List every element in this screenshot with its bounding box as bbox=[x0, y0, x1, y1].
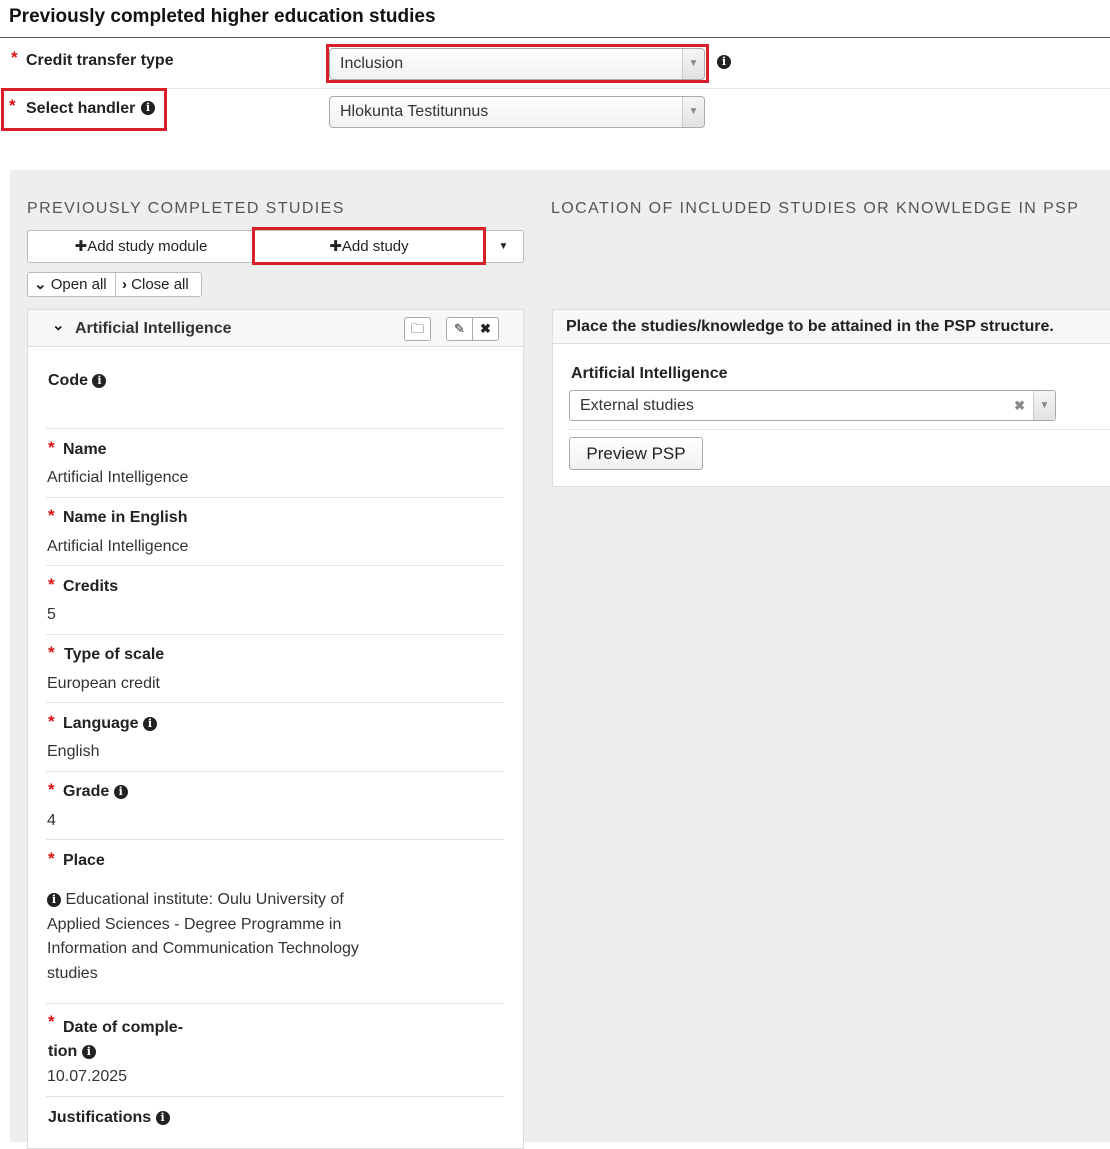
chevron-right-icon: › bbox=[122, 276, 127, 293]
field-label-credits: Credits bbox=[63, 578, 119, 595]
required-mark: * bbox=[11, 48, 18, 67]
more-options-button[interactable]: ▼ bbox=[483, 230, 524, 263]
close-all-button[interactable]: › Close all bbox=[115, 272, 202, 297]
field-divider bbox=[46, 565, 504, 566]
info-icon[interactable]: i bbox=[141, 101, 155, 115]
psp-placement-value: External studies bbox=[580, 397, 694, 414]
select-handler-select[interactable]: Hlokunta Testitunnus ▼ bbox=[329, 96, 705, 128]
folder-icon[interactable]: 🗀 bbox=[404, 317, 431, 341]
required-mark: * bbox=[48, 506, 55, 525]
field-label-grade: Grade i bbox=[63, 783, 128, 801]
study-card-header[interactable]: ⌄ Artificial Intelligence 🗀 ✎ ✖ bbox=[28, 310, 523, 347]
field-label-place: Place bbox=[63, 852, 105, 869]
psp-card-title: Place the studies/knowledge to be attain… bbox=[566, 318, 1054, 335]
field-label-code: Code i bbox=[48, 372, 107, 390]
info-icon[interactable]: i bbox=[81, 1045, 96, 1059]
psp-placement-select[interactable]: External studies ✖ ▼ bbox=[569, 390, 1056, 421]
field-divider bbox=[46, 1003, 504, 1004]
required-mark: * bbox=[48, 712, 55, 731]
title-divider bbox=[0, 37, 1110, 38]
field-value-date-of-completion: 10.07.2025 bbox=[47, 1068, 128, 1085]
plus-icon: ✚ bbox=[74, 238, 88, 255]
pencil-icon[interactable]: ✎ bbox=[446, 317, 473, 341]
field-label-name-english: Name in English bbox=[63, 509, 188, 526]
dropdown-arrow-icon[interactable]: ▼ bbox=[682, 97, 704, 127]
field-divider bbox=[46, 771, 504, 772]
field-label-name: Name bbox=[63, 441, 107, 458]
clear-icon[interactable]: ✖ bbox=[1014, 391, 1025, 420]
previous-studies-heading: PREVIOUSLY COMPLETED STUDIES bbox=[27, 200, 345, 217]
field-label-date-of-completion: Date of comple- tion i bbox=[48, 1019, 184, 1060]
select-handler-value: Hlokunta Testitunnus bbox=[340, 103, 489, 120]
field-divider bbox=[569, 429, 1110, 430]
psp-placement-card: Place the studies/knowledge to be attain… bbox=[552, 309, 1110, 487]
info-icon[interactable]: i bbox=[717, 55, 731, 69]
psp-study-name: Artificial Intelligence bbox=[571, 365, 728, 382]
field-divider bbox=[46, 634, 504, 635]
open-all-button[interactable]: ⌄ Open all bbox=[27, 272, 116, 297]
field-value-language: English bbox=[47, 743, 100, 760]
caret-down-icon: ▼ bbox=[498, 241, 509, 252]
study-title: Artificial Intelligence bbox=[75, 320, 232, 337]
required-mark: * bbox=[48, 643, 55, 662]
page-title: Previously completed higher education st… bbox=[9, 6, 436, 27]
required-mark: * bbox=[48, 438, 55, 457]
field-value-type-of-scale: European credit bbox=[47, 675, 160, 692]
required-mark: * bbox=[48, 575, 55, 594]
psp-location-heading: LOCATION OF INCLUDED STUDIES OR KNOWLEDG… bbox=[551, 200, 1080, 217]
select-handler-label: Select handler bbox=[26, 100, 136, 117]
credit-transfer-type-label: Credit transfer type bbox=[26, 52, 174, 69]
close-icon[interactable]: ✖ bbox=[472, 317, 499, 341]
chevron-down-icon[interactable]: ⌄ bbox=[52, 316, 65, 334]
field-value-place: i Educational institute: Oulu University… bbox=[47, 891, 359, 982]
study-card: ⌄ Artificial Intelligence 🗀 ✎ ✖ Code i *… bbox=[27, 309, 524, 1149]
field-value-grade: 4 bbox=[47, 812, 56, 829]
required-mark: * bbox=[48, 849, 55, 868]
field-value-name: Artificial Intelligence bbox=[47, 469, 189, 486]
field-label-type-of-scale: Type of scale bbox=[64, 646, 165, 663]
field-value-name-english: Artificial Intelligence bbox=[47, 538, 189, 555]
info-icon[interactable]: i bbox=[143, 717, 158, 731]
field-divider bbox=[46, 497, 504, 498]
field-value-credits: 5 bbox=[47, 606, 56, 623]
field-divider bbox=[46, 702, 504, 703]
field-label-language: Language i bbox=[63, 715, 158, 733]
field-label-justifications: Justifications i bbox=[48, 1109, 170, 1127]
info-icon[interactable]: i bbox=[47, 893, 61, 907]
required-mark: * bbox=[48, 780, 55, 799]
chevron-down-icon: ⌄ bbox=[34, 276, 47, 293]
field-divider bbox=[46, 839, 504, 840]
required-mark: * bbox=[9, 96, 16, 115]
preview-psp-button[interactable]: Preview PSP bbox=[569, 437, 703, 470]
psp-card-header: Place the studies/knowledge to be attain… bbox=[553, 310, 1110, 344]
highlight-box bbox=[326, 44, 709, 83]
field-divider bbox=[46, 1096, 504, 1097]
info-icon[interactable]: i bbox=[92, 374, 107, 388]
info-icon[interactable]: i bbox=[155, 1111, 170, 1125]
highlight-box bbox=[252, 227, 486, 265]
add-study-module-button[interactable]: ✚Add study module bbox=[27, 230, 255, 263]
info-icon[interactable]: i bbox=[113, 785, 128, 799]
dropdown-arrow-icon[interactable]: ▼ bbox=[1033, 391, 1055, 420]
field-divider bbox=[46, 428, 504, 429]
